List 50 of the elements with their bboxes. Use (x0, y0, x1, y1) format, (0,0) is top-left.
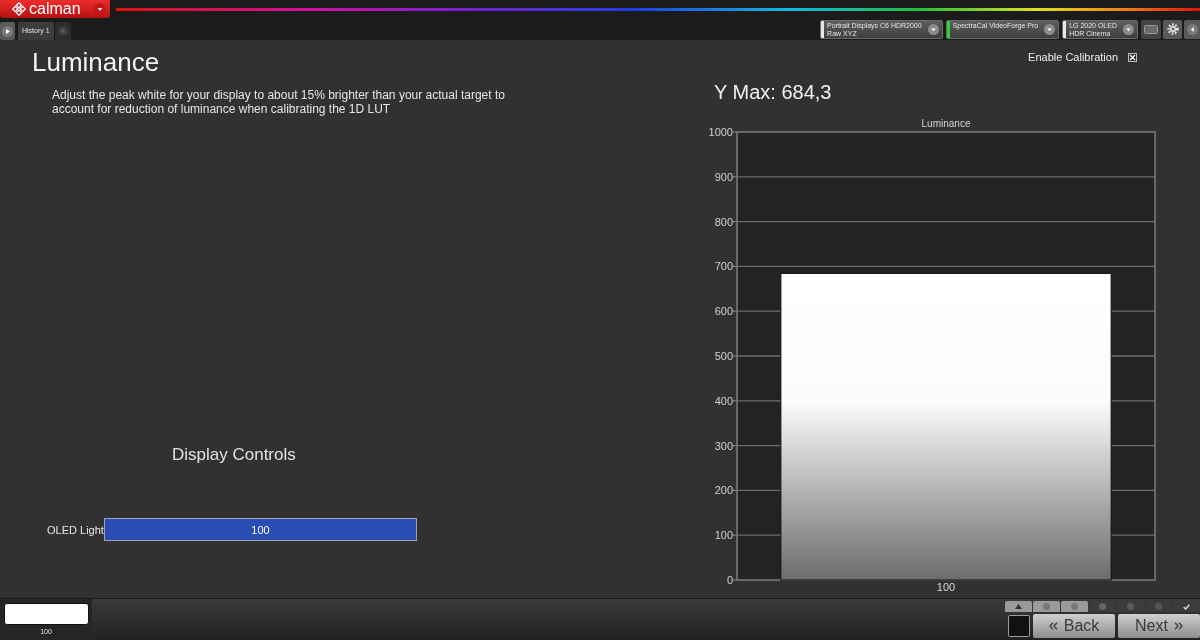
page-description: Adjust the peak white for your display to about 15% brighter than your actual target to account for reduction of luminance when calibrating the 1D LUT (52, 88, 506, 116)
chevrons-right-icon (1173, 622, 1183, 630)
settings-button[interactable] (1163, 19, 1182, 39)
display-button[interactable] (1141, 19, 1161, 39)
section-title: Display Controls (172, 445, 296, 465)
diamond-logo-icon (12, 2, 26, 16)
circle-icon (1099, 603, 1106, 610)
axis-tick-label: 200 (714, 484, 733, 497)
plus-icon (57, 26, 68, 36)
axis-tick-label: 0 (726, 574, 733, 586)
axis-tick-label: 500 (714, 350, 733, 362)
circle-icon (1155, 603, 1162, 610)
caret-icon (1123, 23, 1134, 35)
slider-value: 100 (251, 522, 270, 537)
checkbox[interactable] (1128, 52, 1137, 62)
check-icon (1183, 603, 1190, 610)
axis-tick-label: 600 (714, 305, 733, 318)
axis-category-label: 100 (936, 581, 956, 593)
preview-swatch (1008, 615, 1030, 637)
app-menu-button[interactable]: calman (0, 0, 110, 18)
triangle-up-icon (1015, 604, 1022, 609)
axis-tick-label: 800 (714, 215, 733, 228)
axis-tick-label: 400 (714, 394, 733, 407)
y-max-readout: Y Max: 684,3 (714, 80, 832, 104)
toolbar-button[interactable] (1173, 601, 1200, 612)
caret-left-icon (1186, 23, 1198, 35)
play-icon (2, 25, 13, 37)
axis-tick-label: 100 (714, 529, 733, 542)
caret-icon (927, 23, 939, 35)
settings-icon (1166, 23, 1179, 35)
play-button[interactable] (0, 22, 15, 40)
circle-icon (1043, 603, 1050, 610)
chart-title: Luminance (921, 118, 971, 129)
slider-track[interactable]: 100 (104, 518, 417, 541)
caret-icon (1044, 23, 1056, 35)
axis-tick-label: 300 (714, 439, 733, 452)
axis-tick-label: 700 (714, 260, 733, 273)
circle-icon (1071, 603, 1078, 610)
page-title: Luminance (32, 47, 160, 77)
circle-icon (1127, 603, 1134, 610)
back-button[interactable]: Back (1033, 614, 1115, 638)
axis-tick-label: 900 (714, 170, 733, 183)
chevrons-left-icon (1048, 622, 1058, 630)
slider-label: OLED Light (47, 522, 104, 537)
next-button[interactable]: Next (1118, 614, 1200, 638)
toolbar-button[interactable] (1005, 601, 1032, 612)
axis-tick-label: 1000 (708, 126, 733, 138)
checkbox-label: Enable Calibration (1028, 50, 1118, 64)
collapse-button[interactable] (1184, 19, 1200, 39)
monitor-icon (1144, 24, 1158, 34)
